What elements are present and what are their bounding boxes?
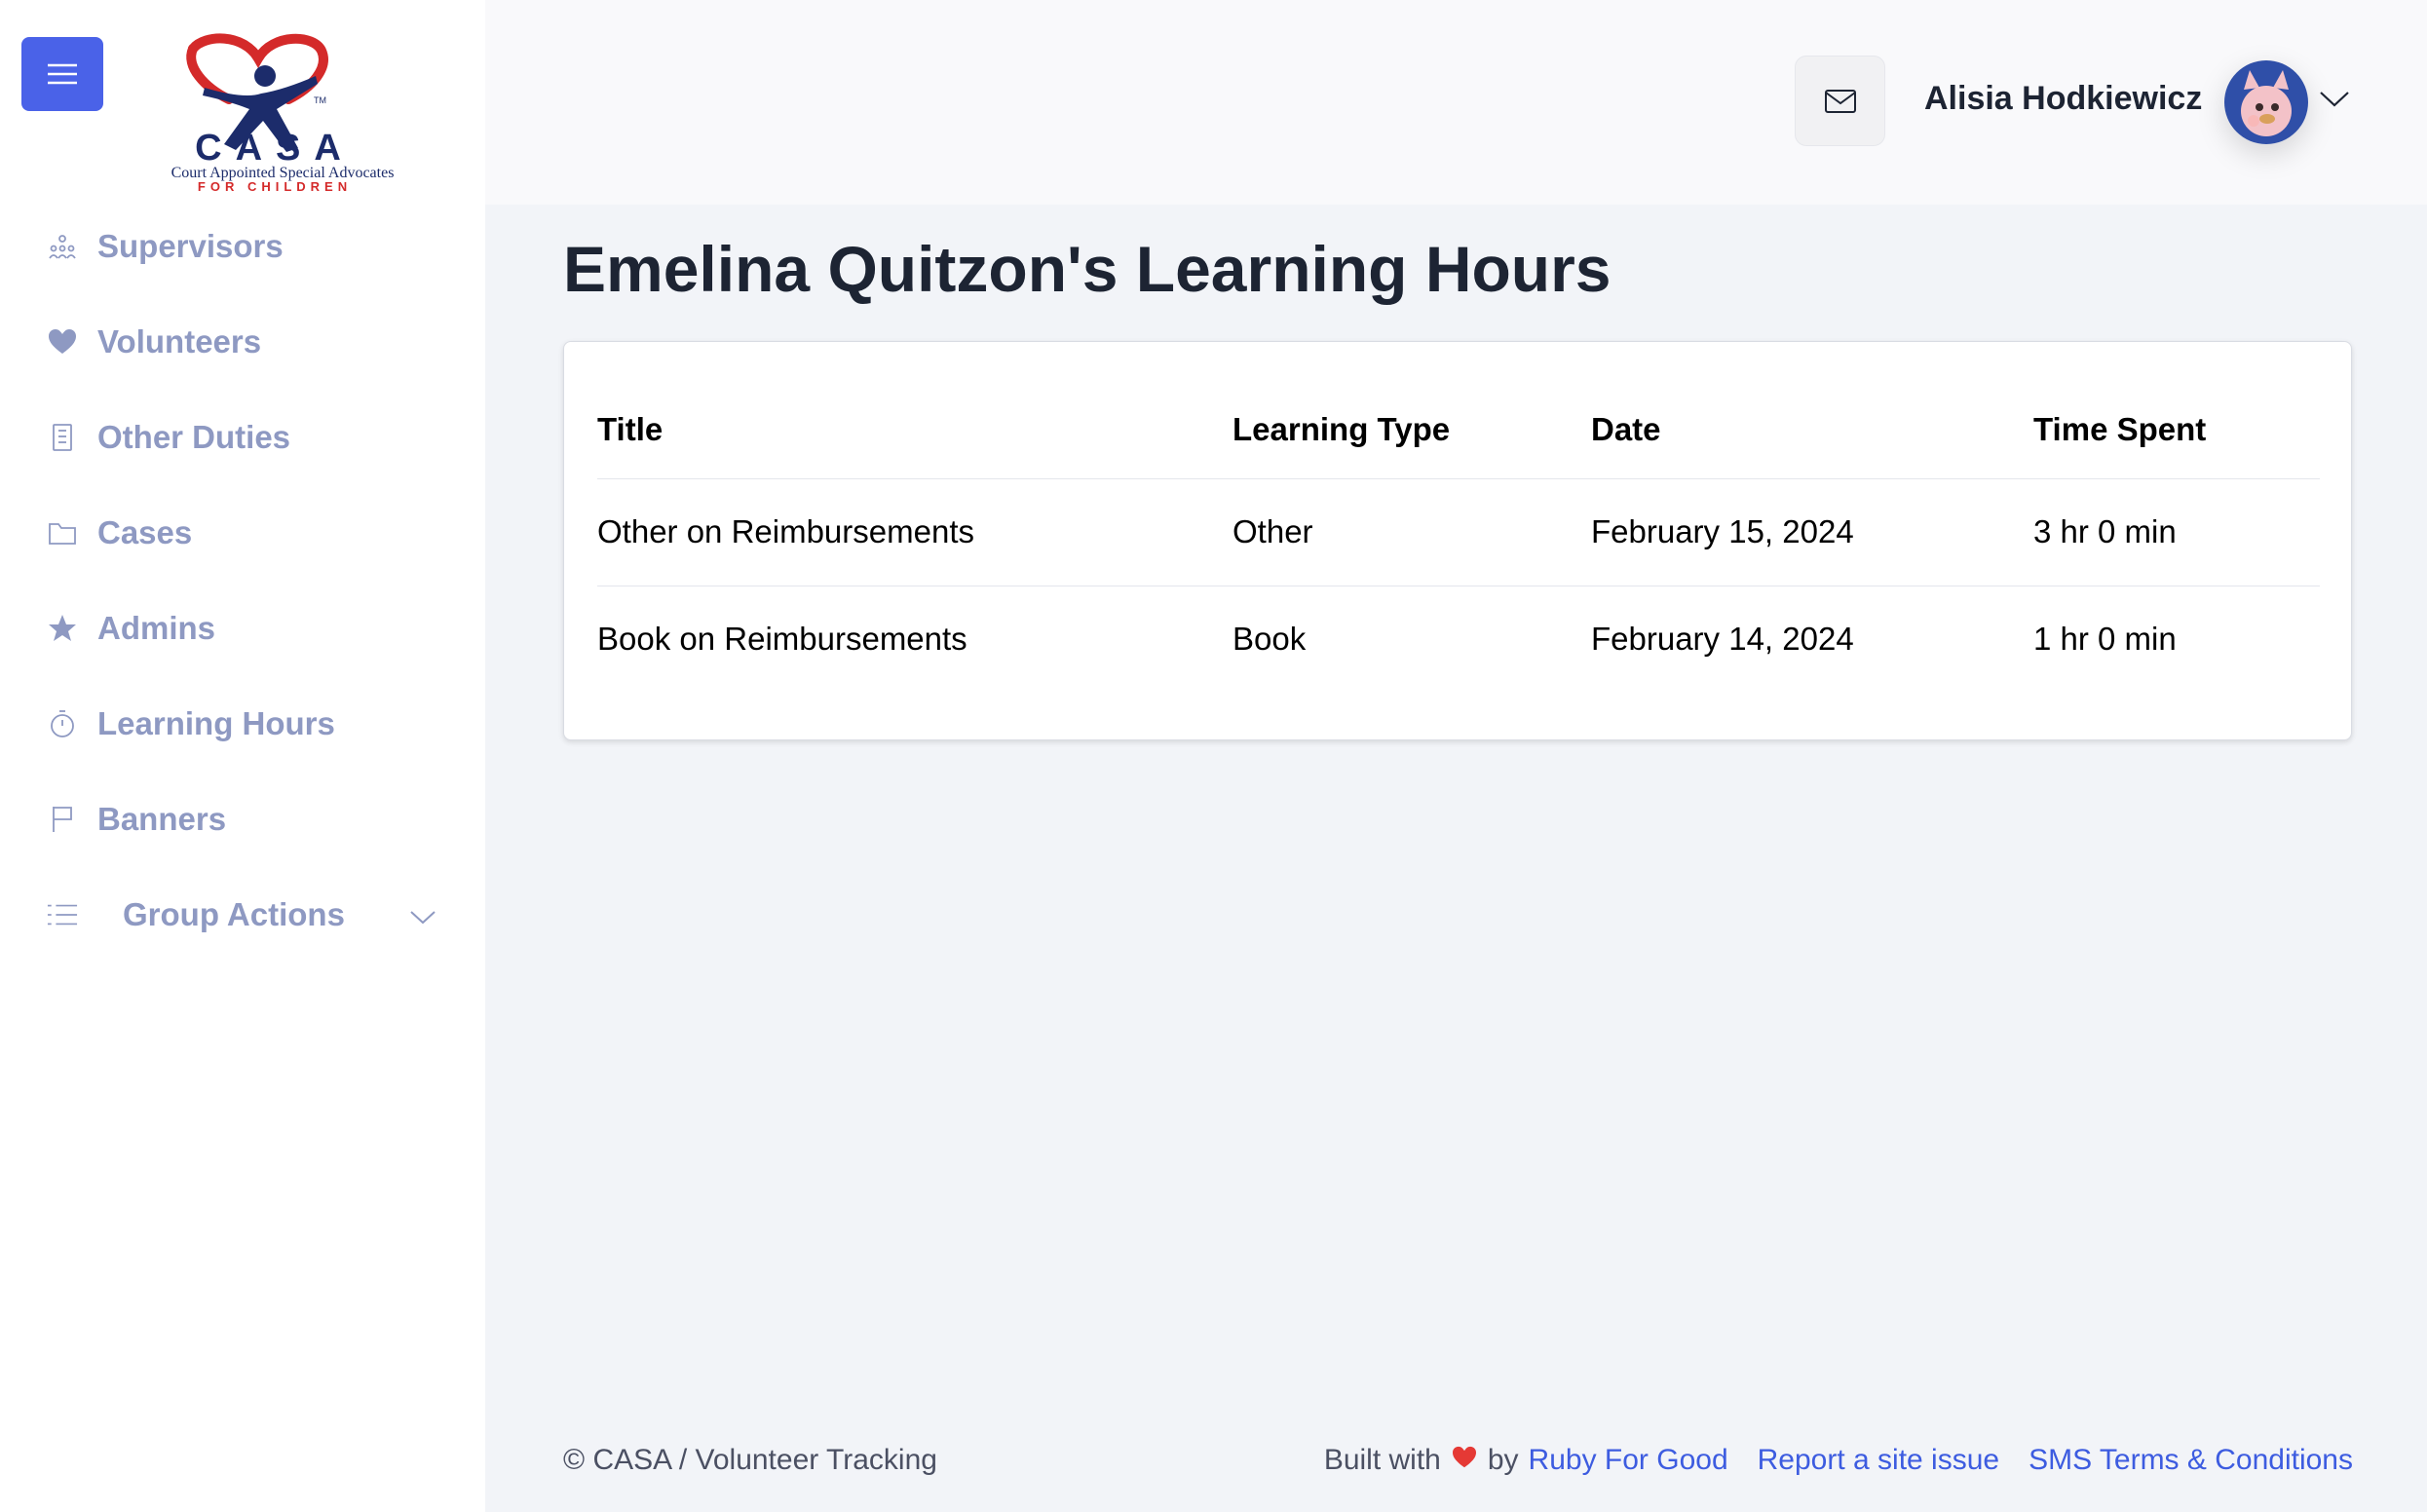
- star-icon: [47, 613, 78, 644]
- footer-by: by: [1487, 1444, 1519, 1476]
- column-header-date: Date: [1591, 381, 2033, 479]
- chevron-down-icon: [409, 896, 436, 933]
- sidebar-item-label: Group Actions: [123, 896, 345, 932]
- sidebar-item-label: Learning Hours: [97, 705, 335, 741]
- mail-icon: [1824, 89, 1856, 113]
- sidebar: TM CASA Court Appointed Special Advocate…: [0, 0, 485, 1512]
- cell-date: February 15, 2024: [1591, 478, 2033, 586]
- table-header-row: Title Learning Type Date Time Spent: [597, 381, 2320, 479]
- sidebar-item-label: Other Duties: [97, 419, 291, 455]
- user-menu-chevron-icon[interactable]: [2319, 90, 2350, 114]
- cell-date: February 14, 2024: [1591, 621, 1854, 658]
- footer-links: Built with by Ruby For Good Report a sit…: [1324, 1444, 2353, 1477]
- sidebar-item-label: Admins: [97, 610, 216, 646]
- table-row[interactable]: Book on Reimbursements Book February 14,…: [597, 586, 2320, 693]
- building-icon: [47, 422, 78, 453]
- sidebar-item-label: Banners: [97, 801, 227, 837]
- supervisors-icon: [47, 231, 78, 262]
- sidebar-item-other-duties[interactable]: Other Duties: [0, 390, 485, 485]
- messages-button[interactable]: [1795, 56, 1885, 146]
- page-title: Emelina Quitzon's Learning Hours: [563, 233, 1612, 305]
- svg-text:TM: TM: [314, 95, 326, 105]
- report-site-issue-link[interactable]: Report a site issue: [1758, 1444, 1999, 1477]
- ruby-for-good-link[interactable]: Ruby For Good: [1529, 1444, 1728, 1477]
- sidebar-item-banners[interactable]: Banners: [0, 772, 485, 867]
- sidebar-nav: Supervisors Volunteers Other Duties Case…: [0, 199, 485, 963]
- sidebar-item-label: Volunteers: [97, 323, 262, 359]
- cell-title: Book on Reimbursements: [597, 621, 967, 658]
- column-header-time-spent: Time Spent: [2033, 381, 2320, 479]
- cell-learning-type: Book: [1232, 621, 1307, 658]
- sms-terms-link[interactable]: SMS Terms & Conditions: [2029, 1444, 2353, 1477]
- table-row[interactable]: Other on Reimbursements Other February 1…: [597, 478, 2320, 586]
- sidebar-item-volunteers[interactable]: Volunteers: [0, 294, 485, 390]
- column-header-learning-type: Learning Type: [1232, 381, 1591, 479]
- footer-built-with: Built with: [1323, 1444, 1441, 1476]
- sidebar-item-supervisors[interactable]: Supervisors: [0, 199, 485, 294]
- heart-icon: [47, 326, 78, 358]
- sidebar-item-learning-hours[interactable]: Learning Hours: [0, 676, 485, 772]
- heart-icon: [1451, 1444, 1478, 1477]
- flag-icon: [47, 804, 78, 835]
- learning-hours-table: Title Learning Type Date Time Spent Othe…: [597, 381, 2320, 693]
- cell-title: Other on Reimbursements: [597, 478, 1232, 586]
- list-icon: [47, 899, 78, 930]
- sidebar-item-group-actions[interactable]: Group Actions: [0, 867, 485, 963]
- hamburger-menu-button[interactable]: [21, 37, 103, 111]
- column-header-title: Title: [597, 381, 1232, 479]
- footer-copyright: © CASA / Volunteer Tracking: [563, 1444, 937, 1476]
- svg-text:CASA: CASA: [195, 128, 355, 169]
- casa-logo[interactable]: TM CASA Court Appointed Special Advocate…: [97, 29, 468, 197]
- cell-time-spent: 1 hr 0 min: [2033, 621, 2177, 658]
- cell-time-spent: 3 hr 0 min: [2033, 478, 2320, 586]
- cell-learning-type: Other: [1232, 478, 1591, 586]
- sidebar-item-admins[interactable]: Admins: [0, 581, 485, 676]
- stopwatch-icon: [47, 708, 78, 739]
- avatar[interactable]: [2224, 60, 2308, 144]
- svg-text:FOR CHILDREN: FOR CHILDREN: [198, 179, 352, 194]
- sidebar-item-cases[interactable]: Cases: [0, 485, 485, 581]
- learning-hours-card: Title Learning Type Date Time Spent Othe…: [563, 341, 2352, 740]
- sidebar-item-label: Supervisors: [97, 228, 284, 264]
- user-name[interactable]: Alisia Hodkiewicz: [1924, 80, 2202, 118]
- hamburger-icon: [48, 63, 77, 85]
- sidebar-item-label: Cases: [97, 514, 193, 550]
- folder-icon: [47, 517, 78, 548]
